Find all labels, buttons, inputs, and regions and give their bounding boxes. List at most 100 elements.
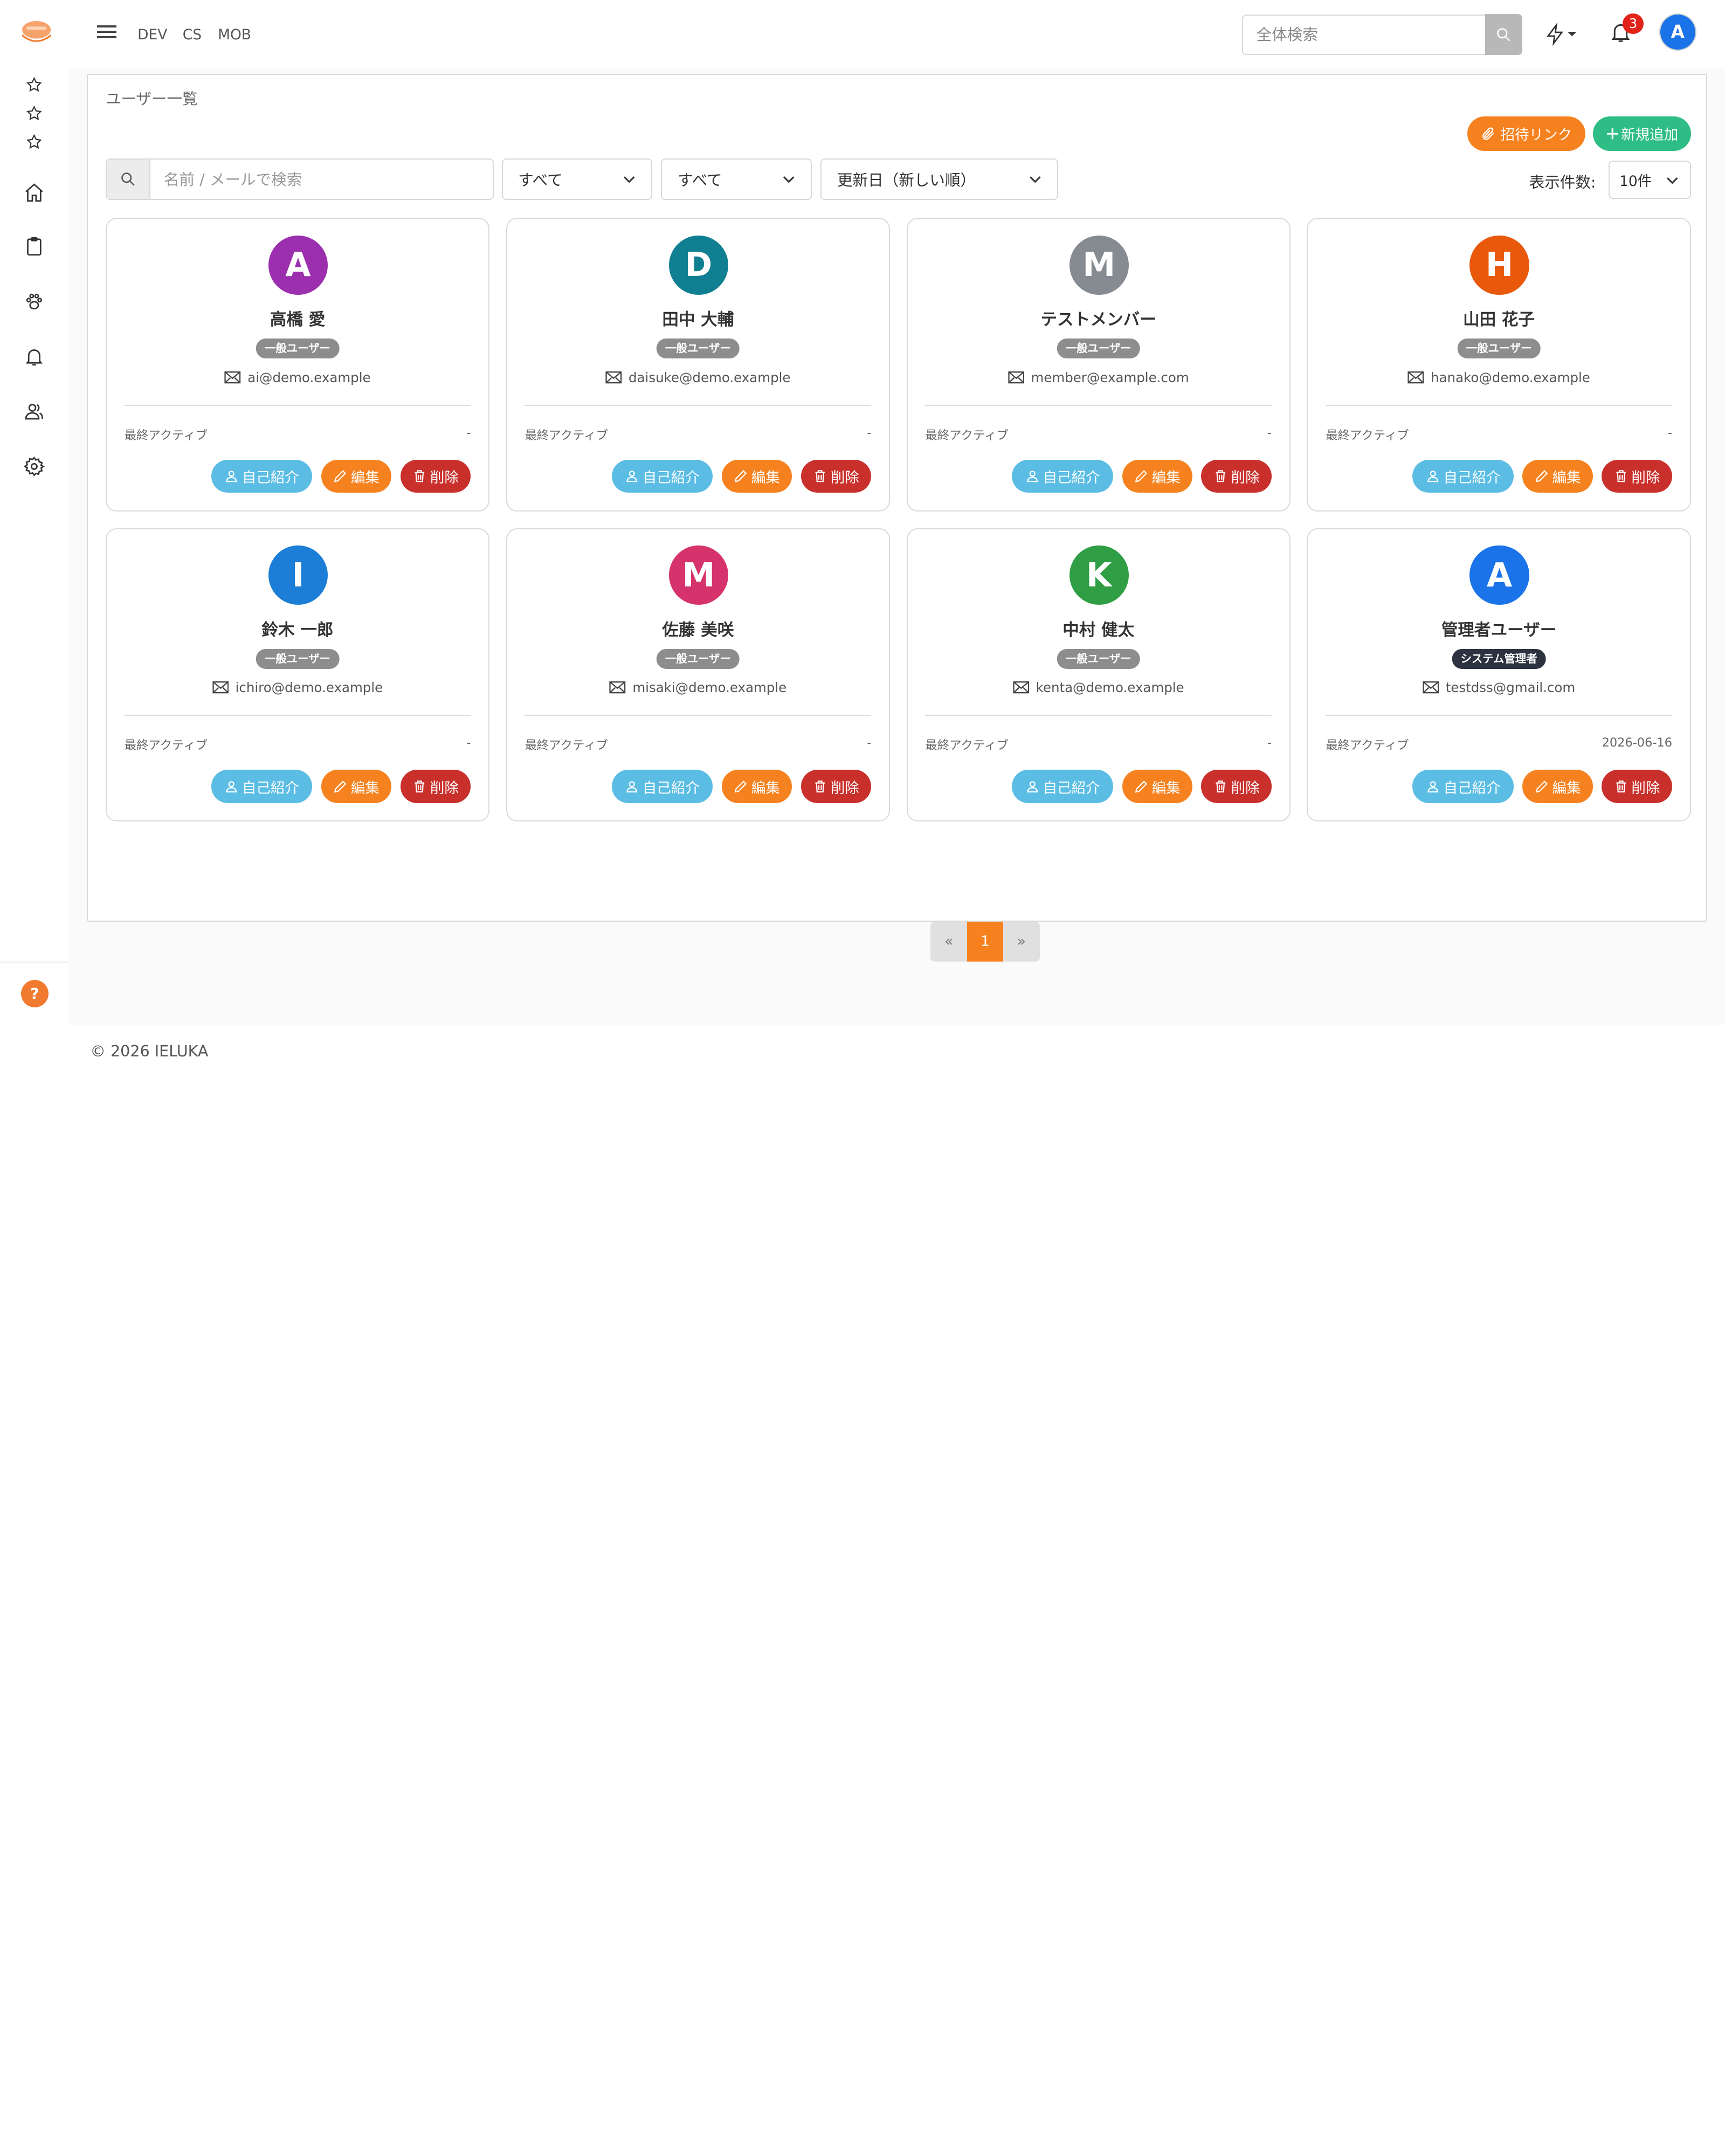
delete-button[interactable]: 削除: [801, 459, 872, 493]
favorite-star-icon[interactable]: [18, 126, 51, 158]
last-active-value: -: [867, 736, 872, 750]
user-email: member@example.com: [908, 370, 1289, 385]
delete-button[interactable]: 削除: [1602, 770, 1672, 803]
last-active-value: -: [1267, 425, 1272, 440]
delete-button[interactable]: 削除: [1201, 459, 1272, 493]
role-badge: 一般ユーザー: [256, 648, 340, 669]
global-search-button[interactable]: [1485, 14, 1523, 55]
edit-button[interactable]: 編集: [721, 459, 792, 493]
user-email: hanako@demo.example: [1308, 370, 1689, 385]
filter-select-2[interactable]: すべて: [661, 158, 812, 201]
topbar-link-dev[interactable]: DEV: [137, 26, 167, 43]
quick-actions-dropdown[interactable]: [1544, 20, 1582, 49]
app-logo[interactable]: [20, 20, 53, 46]
trash-icon: [1216, 470, 1226, 482]
trash-icon: [815, 780, 825, 793]
footer-copyright: © 2026 IELUKA: [90, 1041, 209, 1060]
profile-button[interactable]: 自己紹介: [1412, 459, 1514, 493]
invite-link-label: 招待リンク: [1500, 127, 1572, 144]
delete-button-label: 削除: [1631, 779, 1660, 797]
user-avatar: M: [1069, 235, 1129, 295]
pencil-icon: [735, 780, 747, 793]
user-avatar[interactable]: A: [1660, 14, 1695, 50]
user-avatar: H: [1469, 235, 1529, 295]
profile-button[interactable]: 自己紹介: [1412, 770, 1514, 803]
favorite-star-icon[interactable]: [18, 68, 51, 101]
search-icon: [1497, 28, 1511, 42]
pencil-icon: [735, 470, 747, 482]
paw-icon[interactable]: [18, 285, 51, 318]
user-card: M テストメンバー 一般ユーザー member@example.com 最終アクティブ -…: [906, 218, 1291, 512]
users-icon[interactable]: [18, 395, 51, 428]
delete-button[interactable]: 削除: [400, 459, 471, 493]
user-email: misaki@demo.example: [507, 680, 889, 695]
user-email-text: ai@demo.example: [247, 369, 371, 385]
bell-icon[interactable]: [18, 340, 51, 373]
user-email: testdss@gmail.com: [1308, 680, 1689, 695]
delete-button[interactable]: 削除: [400, 770, 471, 803]
sidebar-divider: [0, 961, 68, 963]
chevron-down-icon: [1666, 177, 1678, 184]
profile-button[interactable]: 自己紹介: [611, 770, 713, 803]
profile-button[interactable]: 自己紹介: [1012, 770, 1114, 803]
chevron-down-icon: [783, 176, 795, 183]
invite-link-button[interactable]: 招待リンク: [1467, 116, 1585, 151]
profile-button[interactable]: 自己紹介: [211, 459, 313, 493]
user-search-input[interactable]: [163, 159, 483, 199]
mail-icon: [1013, 681, 1029, 694]
edit-button[interactable]: 編集: [721, 770, 792, 803]
chevron-down-icon: [1030, 176, 1041, 183]
user-card: I 鈴木 一郎 一般ユーザー ichiro@demo.example 最終アクティブ - 自…: [105, 528, 490, 822]
paperclip-icon: [1482, 127, 1494, 140]
gear-icon[interactable]: [18, 450, 51, 483]
filter-select-1-value: すべて: [518, 171, 563, 190]
filter-select-1[interactable]: すべて: [501, 158, 653, 201]
home-icon[interactable]: [18, 176, 51, 209]
notifications-button[interactable]: 3: [1609, 13, 1644, 49]
user-card: M 佐藤 美咲 一般ユーザー misaki@demo.example 最終アクティブ - 自…: [506, 528, 890, 822]
topbar-link-mob[interactable]: MOB: [218, 26, 251, 43]
person-icon: [1027, 781, 1038, 793]
global-search-input[interactable]: [1243, 15, 1483, 54]
menu-toggle-icon[interactable]: [96, 22, 117, 44]
profile-button[interactable]: 自己紹介: [611, 459, 713, 493]
card-divider: [1326, 715, 1673, 716]
last-active-label: 最終アクティブ: [925, 738, 1009, 753]
clipboard-icon[interactable]: [18, 230, 51, 263]
edit-button[interactable]: 編集: [1522, 770, 1593, 803]
user-email: ichiro@demo.example: [107, 680, 488, 695]
help-button[interactable]: ?: [20, 980, 49, 1008]
user-name: 高橋 愛: [270, 310, 326, 330]
user-avatar: A: [1469, 545, 1529, 605]
topbar-link-cs[interactable]: CS: [183, 26, 202, 43]
person-icon: [226, 781, 237, 793]
person-icon: [1027, 471, 1038, 482]
pagination-page-1[interactable]: 1: [967, 922, 1004, 962]
add-user-button[interactable]: 新規追加: [1593, 116, 1691, 151]
edit-button[interactable]: 編集: [1122, 459, 1193, 493]
per-page-select[interactable]: 10件: [1608, 160, 1691, 199]
delete-button[interactable]: 削除: [801, 770, 872, 803]
user-card: A 管理者ユーザー システム管理者 testdss@gmail.com 最終アクティブ 2…: [1307, 528, 1691, 822]
edit-button[interactable]: 編集: [321, 770, 392, 803]
card-divider: [1326, 404, 1673, 406]
card-divider: [925, 404, 1272, 406]
favorite-star-icon[interactable]: [18, 97, 51, 130]
profile-button-label: 自己紹介: [242, 469, 299, 487]
profile-button[interactable]: 自己紹介: [211, 770, 313, 803]
trash-icon: [815, 470, 825, 482]
edit-button[interactable]: 編集: [321, 459, 392, 493]
sort-select[interactable]: 更新日（新しい順）: [820, 158, 1059, 201]
profile-button[interactable]: 自己紹介: [1012, 459, 1114, 493]
user-email-text: testdss@gmail.com: [1445, 680, 1576, 696]
last-active-value: -: [867, 425, 872, 440]
profile-button-label: 自己紹介: [1043, 469, 1100, 487]
user-email: kenta@demo.example: [908, 680, 1289, 695]
delete-button[interactable]: 削除: [1602, 459, 1672, 493]
pagination-next[interactable]: »: [1003, 922, 1040, 962]
edit-button[interactable]: 編集: [1122, 770, 1193, 803]
delete-button[interactable]: 削除: [1201, 770, 1272, 803]
trash-icon: [1216, 780, 1226, 793]
edit-button[interactable]: 編集: [1522, 459, 1593, 493]
pagination-prev[interactable]: «: [930, 922, 967, 962]
